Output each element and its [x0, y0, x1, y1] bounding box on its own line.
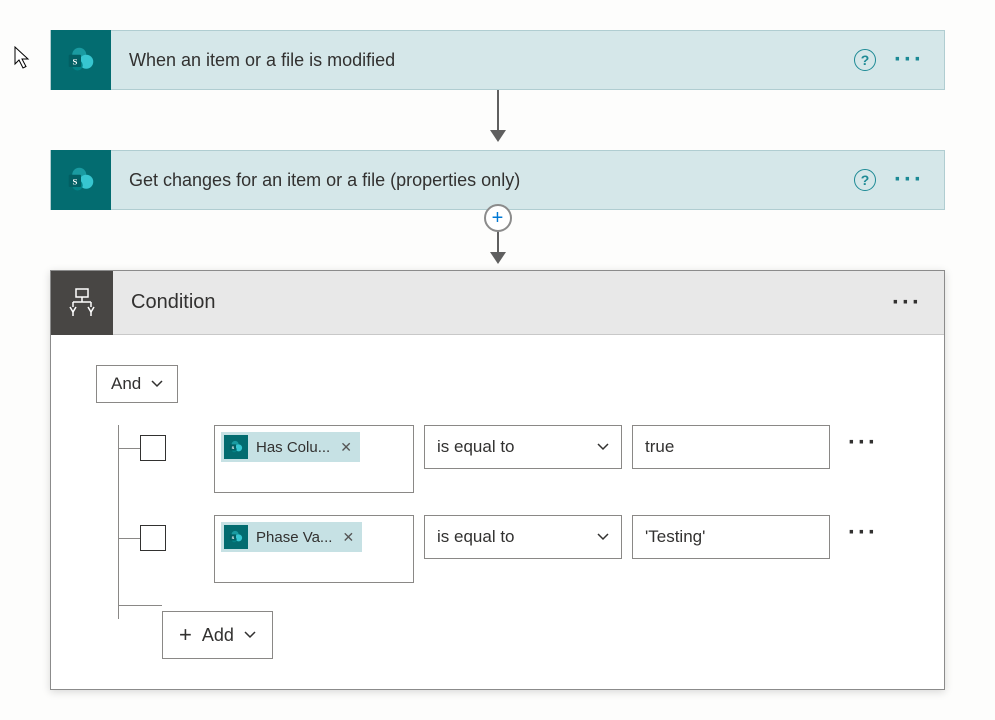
trigger-card[interactable]: S When an item or a file is modified ? ·…	[50, 30, 945, 90]
rule-left-operand[interactable]: S Has Colu... ✕	[214, 425, 414, 493]
token-label: Phase Va...	[256, 529, 332, 546]
dynamic-content-token: S Phase Va... ✕	[221, 522, 362, 552]
rule-value-input[interactable]: true	[632, 425, 830, 469]
svg-text:S: S	[72, 176, 77, 186]
add-step-connector: +	[35, 210, 960, 270]
connector-arrow	[35, 90, 960, 150]
more-options-icon[interactable]: ···	[894, 176, 924, 183]
svg-text:S: S	[232, 445, 235, 450]
chevron-down-icon	[597, 533, 609, 541]
more-options-icon[interactable]: ···	[840, 529, 878, 536]
condition-rule-row: S Phase Va... ✕ is equal to 'Testing' ··…	[118, 515, 899, 583]
condition-rule-row: S Has Colu... ✕ is equal to true ···	[118, 425, 899, 493]
more-options-icon[interactable]: ···	[840, 439, 878, 446]
rule-operator-dropdown[interactable]: is equal to	[424, 515, 622, 559]
chevron-down-icon	[597, 443, 609, 451]
sharepoint-icon: S	[51, 30, 111, 90]
sharepoint-icon: S	[224, 435, 248, 459]
group-operator-label: And	[111, 374, 141, 394]
trigger-title: When an item or a file is modified	[111, 50, 854, 71]
chevron-down-icon	[151, 380, 163, 388]
condition-card: Condition ··· And S	[50, 270, 945, 690]
rule-operator-dropdown[interactable]: is equal to	[424, 425, 622, 469]
value-text: true	[645, 437, 674, 457]
add-rule-label: Add	[202, 625, 234, 646]
remove-token-icon[interactable]: ✕	[340, 439, 352, 456]
action-title: Get changes for an item or a file (prope…	[111, 170, 854, 191]
rule-checkbox[interactable]	[140, 435, 166, 461]
sharepoint-icon: S	[224, 525, 248, 549]
help-icon[interactable]: ?	[854, 49, 876, 71]
sharepoint-icon: S	[51, 150, 111, 210]
add-rule-button[interactable]: + Add	[162, 611, 273, 659]
add-step-button[interactable]: +	[484, 204, 512, 232]
value-text: 'Testing'	[645, 527, 705, 547]
help-icon[interactable]: ?	[854, 169, 876, 191]
more-options-icon[interactable]: ···	[892, 299, 944, 306]
rule-value-input[interactable]: 'Testing'	[632, 515, 830, 559]
remove-token-icon[interactable]: ✕	[342, 529, 354, 546]
group-operator-dropdown[interactable]: And	[96, 365, 178, 403]
operator-label: is equal to	[437, 527, 515, 547]
rule-checkbox[interactable]	[140, 525, 166, 551]
svg-text:S: S	[232, 535, 235, 540]
plus-icon: +	[179, 622, 192, 648]
condition-title: Condition	[113, 291, 892, 314]
svg-text:S: S	[72, 56, 77, 66]
action-card-get-changes[interactable]: S Get changes for an item or a file (pro…	[50, 150, 945, 210]
condition-header[interactable]: Condition ···	[51, 271, 944, 335]
mouse-cursor-icon	[14, 46, 32, 75]
operator-label: is equal to	[437, 437, 515, 457]
rule-left-operand[interactable]: S Phase Va... ✕	[214, 515, 414, 583]
token-label: Has Colu...	[256, 439, 330, 456]
dynamic-content-token: S Has Colu... ✕	[221, 432, 360, 462]
more-options-icon[interactable]: ···	[894, 56, 924, 63]
condition-icon	[51, 271, 113, 335]
chevron-down-icon	[244, 631, 256, 639]
